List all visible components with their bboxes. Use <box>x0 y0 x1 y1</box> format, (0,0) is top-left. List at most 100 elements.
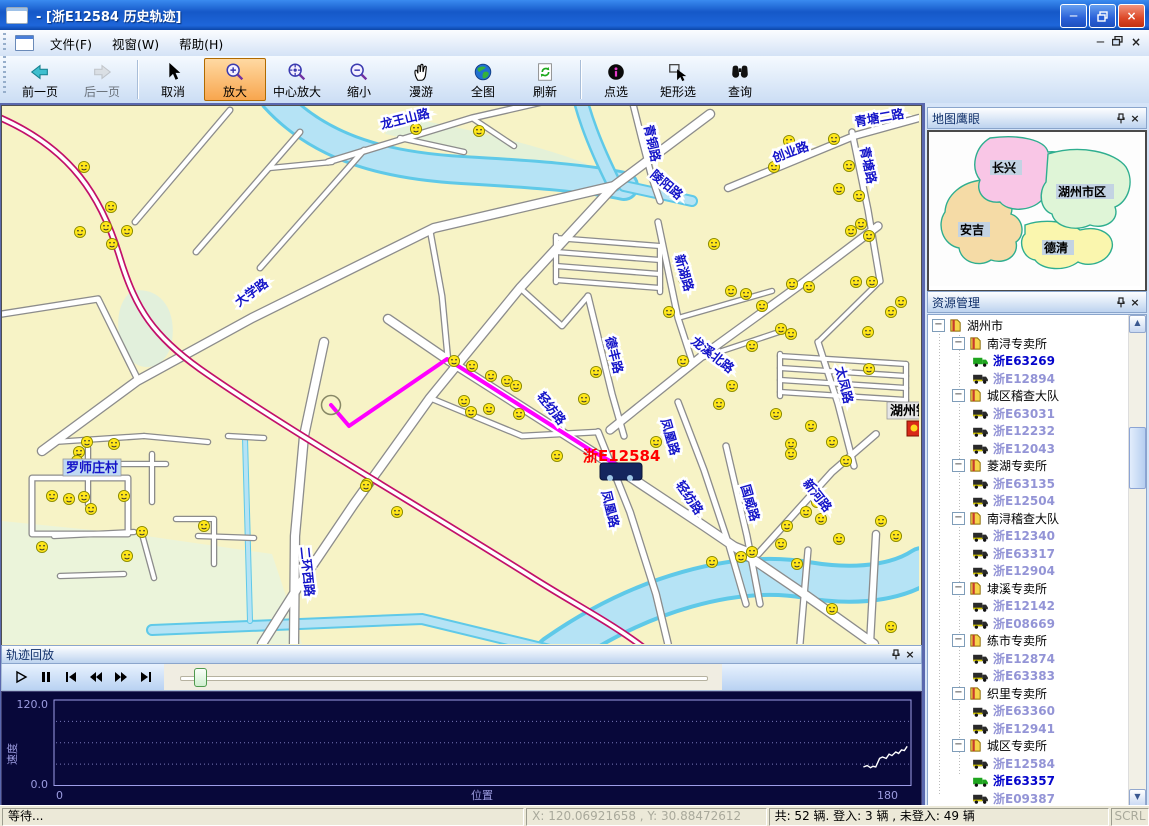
smiley-marker[interactable] <box>740 288 751 299</box>
smiley-marker[interactable] <box>850 276 861 287</box>
mdi-restore-button[interactable] <box>1112 36 1123 48</box>
toolbar-button-zoom-out[interactable]: 缩小 <box>328 58 390 101</box>
smiley-marker[interactable] <box>781 520 792 531</box>
smiley-marker[interactable] <box>108 438 119 449</box>
tree-expand-icon[interactable]: − <box>952 389 965 402</box>
mdi-document-icon[interactable] <box>15 35 34 51</box>
smiley-marker[interactable] <box>36 541 47 552</box>
smiley-marker[interactable] <box>483 403 494 414</box>
toolbar-button-arrow-left[interactable]: 前一页 <box>9 58 71 101</box>
smiley-marker[interactable] <box>510 380 521 391</box>
skip-end-button[interactable] <box>137 669 155 685</box>
smiley-marker[interactable] <box>708 238 719 249</box>
toolbar-button-info-point[interactable]: 点选 <box>585 58 647 101</box>
tree-vehicle-item[interactable]: 浙E63317 <box>928 545 1128 563</box>
smiley-marker[interactable] <box>465 406 476 417</box>
pause-button[interactable] <box>37 669 55 685</box>
slider-thumb[interactable] <box>194 668 207 687</box>
smiley-marker[interactable] <box>863 230 874 241</box>
smiley-marker[interactable] <box>63 493 74 504</box>
toolbar-button-rect-select[interactable]: 矩形选 <box>647 58 709 101</box>
smiley-marker[interactable] <box>885 306 896 317</box>
smiley-marker[interactable] <box>136 526 147 537</box>
smiley-marker[interactable] <box>845 225 856 236</box>
smiley-marker[interactable] <box>513 408 524 419</box>
tree-expand-icon[interactable]: − <box>952 687 965 700</box>
smiley-marker[interactable] <box>785 328 796 339</box>
smiley-marker[interactable] <box>448 355 459 366</box>
smiley-marker[interactable] <box>756 300 767 311</box>
mdi-close-button[interactable]: × <box>1131 36 1141 48</box>
tree-vehicle-item[interactable]: 浙E63357 <box>928 772 1128 790</box>
mdi-minimize-button[interactable]: ─ <box>1097 36 1104 48</box>
tree-group-item[interactable]: −织里专卖所 <box>928 685 1128 703</box>
vehicle-tree[interactable]: −湖州市−南浔专卖所浙E63269浙E12894−城区稽查大队浙E63031浙E… <box>928 317 1128 807</box>
smiley-marker[interactable] <box>885 621 896 632</box>
tree-vehicle-item[interactable]: 浙E12232 <box>928 422 1128 440</box>
smiley-marker[interactable] <box>826 603 837 614</box>
smiley-marker[interactable] <box>833 533 844 544</box>
smiley-marker[interactable] <box>828 133 839 144</box>
smiley-marker[interactable] <box>803 281 814 292</box>
smiley-marker[interactable] <box>391 506 402 517</box>
smiley-marker[interactable] <box>590 366 601 377</box>
close-icon[interactable]: × <box>903 648 917 662</box>
toolbar-button-globe[interactable]: 全图 <box>452 58 514 101</box>
tree-group-item[interactable]: −城区专卖所 <box>928 737 1128 755</box>
tree-vehicle-item[interactable]: 浙E12941 <box>928 720 1128 738</box>
smiley-marker[interactable] <box>485 370 496 381</box>
eagle-eye-map[interactable]: 长兴 湖州市区 安吉 德清 <box>927 130 1147 292</box>
tree-vehicle-item[interactable]: 浙E12043 <box>928 440 1128 458</box>
close-icon[interactable]: × <box>1128 295 1142 309</box>
smiley-marker[interactable] <box>78 491 89 502</box>
map-canvas[interactable]: 龙王山路青铜路陵阳路创业路青塘二路青塘路新湖路大学路德丰路龙溪北路轻纺路凤凰路太… <box>2 106 919 644</box>
smiley-marker[interactable] <box>578 393 589 404</box>
tree-group-item[interactable]: −埭溪专卖所 <box>928 580 1128 598</box>
smiley-marker[interactable] <box>800 506 811 517</box>
tree-group-item[interactable]: −南浔专卖所 <box>928 335 1128 353</box>
smiley-marker[interactable] <box>826 436 837 447</box>
smiley-marker[interactable] <box>106 238 117 249</box>
tree-vehicle-item[interactable]: 浙E12894 <box>928 370 1128 388</box>
smiley-marker[interactable] <box>713 398 724 409</box>
smiley-marker[interactable] <box>473 125 484 136</box>
fast-forward-button[interactable] <box>112 669 130 685</box>
tree-expand-icon[interactable]: − <box>952 739 965 752</box>
tree-expand-icon[interactable]: − <box>952 512 965 525</box>
smiley-marker[interactable] <box>875 515 886 526</box>
smiley-marker[interactable] <box>121 225 132 236</box>
tree-group-item[interactable]: −菱湖专卖所 <box>928 457 1128 475</box>
tree-group-item[interactable]: −城区稽查大队 <box>928 387 1128 405</box>
smiley-marker[interactable] <box>866 276 877 287</box>
tree-group-item[interactable]: −南浔稽查大队 <box>928 510 1128 528</box>
scroll-up-arrow[interactable]: ▲ <box>1129 315 1146 333</box>
close-button[interactable]: × <box>1118 4 1145 28</box>
smiley-marker[interactable] <box>863 363 874 374</box>
pin-icon[interactable] <box>1114 111 1128 125</box>
restore-button[interactable] <box>1089 4 1116 28</box>
tree-vehicle-item[interactable]: 浙E63360 <box>928 702 1128 720</box>
smiley-marker[interactable] <box>121 550 132 561</box>
close-icon[interactable]: × <box>1128 111 1142 125</box>
smiley-marker[interactable] <box>118 490 129 501</box>
scroll-thumb[interactable] <box>1129 427 1146 489</box>
smiley-marker[interactable] <box>105 201 116 212</box>
smiley-marker[interactable] <box>843 160 854 171</box>
toolbar-button-pan-hand[interactable]: 漫游 <box>390 58 452 101</box>
toolbar-grip[interactable] <box>3 56 6 94</box>
smiley-marker[interactable] <box>458 395 469 406</box>
smiley-marker[interactable] <box>775 323 786 334</box>
tree-vehicle-item[interactable]: 浙E63031 <box>928 405 1128 423</box>
smiley-marker[interactable] <box>746 546 757 557</box>
tree-expand-icon[interactable]: − <box>952 634 965 647</box>
smiley-marker[interactable] <box>770 408 781 419</box>
smiley-marker[interactable] <box>551 450 562 461</box>
smiley-marker[interactable] <box>663 306 674 317</box>
map-view[interactable]: 龙王山路青铜路陵阳路创业路青塘二路青塘路新湖路大学路德丰路龙溪北路轻纺路凤凰路太… <box>1 105 922 647</box>
smiley-marker[interactable] <box>735 551 746 562</box>
smiley-marker[interactable] <box>78 161 89 172</box>
tree-vehicle-item[interactable]: 浙E12142 <box>928 597 1128 615</box>
smiley-marker[interactable] <box>650 436 661 447</box>
tree-scrollbar[interactable]: ▲ ▼ <box>1128 315 1146 807</box>
tree-expand-icon[interactable]: − <box>952 459 965 472</box>
